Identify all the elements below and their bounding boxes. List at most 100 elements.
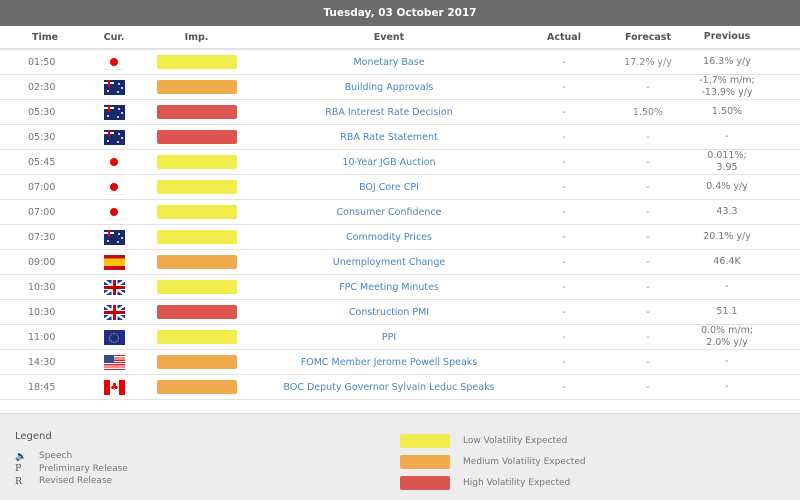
table-row[interactable]: 07:30 Commodity Prices - - 20.1% y/y	[0, 225, 800, 250]
volatility-label: Low Volatility Expected	[463, 435, 568, 446]
event-time: 07:30	[28, 231, 56, 243]
importance-cell	[144, 155, 249, 169]
event-time: 09:00	[28, 256, 56, 268]
date-header: Tuesday, 03 October 2017	[0, 0, 800, 26]
actual-value: -	[562, 181, 566, 193]
previous-value: 0.011%; 3.95	[707, 150, 747, 173]
event-cell: FOMC Member Jerome Powell Speaks	[249, 357, 529, 368]
event-link[interactable]: RBA Rate Statement	[340, 132, 437, 143]
forecast-value: 17.2% y/y	[624, 56, 672, 68]
legend-label: Preliminary Release	[39, 463, 128, 474]
forecast-value: -	[646, 231, 650, 243]
table-row[interactable]: 05:30 RBA Interest Rate Decision - 1.50%…	[0, 100, 800, 125]
col-currency: Cur.	[103, 31, 125, 43]
table-row[interactable]: 05:30 RBA Rate Statement - - -	[0, 125, 800, 150]
importance-bar-low	[156, 205, 237, 219]
event-cell: Commodity Prices	[249, 232, 529, 243]
table-row[interactable]: 07:00 Consumer Confidence - - 43.3	[0, 200, 800, 225]
event-cell: 10-Year JGB Auction	[249, 157, 529, 168]
event-time: 14:30	[28, 356, 56, 368]
previous-value: 0.0% m/m; 2.0% y/y	[700, 325, 754, 348]
actual-value: -	[562, 131, 566, 143]
importance-bar-low	[156, 230, 237, 244]
previous-value: -1.7% m/m; -13.9% y/y	[699, 75, 755, 98]
volatility-label: High Volatility Expected	[463, 477, 571, 488]
previous-value: -	[725, 131, 729, 142]
eu-flag-icon	[103, 329, 125, 345]
event-time: 18:45	[28, 381, 56, 393]
event-link[interactable]: 10-Year JGB Auction	[342, 157, 435, 168]
table-row[interactable]: 14:30 FOMC Member Jerome Powell Speaks -…	[0, 350, 800, 375]
volatility-legend-item: Medium Volatility Expected	[400, 451, 586, 472]
previous-value: -	[725, 356, 729, 367]
table-row[interactable]: 05:45 10-Year JGB Auction - - 0.011%; 3.9…	[0, 150, 800, 175]
revised-icon: R	[15, 475, 23, 487]
currency-cell	[84, 129, 144, 145]
legend-label: Speech	[39, 451, 73, 462]
es-flag-icon	[103, 254, 125, 270]
previous-value: 46.4K	[713, 256, 741, 267]
event-link[interactable]: BOC Deputy Governor Sylvain Leduc Speaks	[283, 382, 494, 393]
table-row[interactable]: 10:30 FPC Meeting Minutes - - -	[0, 275, 800, 300]
event-link[interactable]: FOMC Member Jerome Powell Speaks	[301, 357, 477, 368]
event-link[interactable]: Consumer Confidence	[337, 207, 442, 218]
event-link[interactable]: FPC Meeting Minutes	[339, 282, 439, 293]
importance-cell	[144, 80, 249, 94]
table-row[interactable]: 02:30 Building Approvals - - -1.7% m/m; -…	[0, 75, 800, 100]
legend-item: 🔉 Speech	[15, 450, 128, 463]
event-cell: Construction PMI	[249, 307, 529, 318]
event-time: 07:00	[28, 206, 56, 218]
col-importance: Imp.	[184, 31, 209, 43]
actual-value: -	[562, 206, 566, 218]
previous-value: 43.3	[716, 206, 738, 217]
table-row[interactable]: 01:50 Monetary Base - 17.2% y/y 16.3% y/…	[0, 50, 800, 75]
importance-cell	[144, 130, 249, 144]
importance-cell	[144, 205, 249, 219]
jp-flag-icon	[103, 179, 125, 195]
volatility-swatch-medium	[400, 454, 450, 469]
event-link[interactable]: Unemployment Change	[333, 257, 445, 268]
col-forecast: Forecast	[625, 31, 671, 43]
event-link[interactable]: BOJ Core CPI	[359, 182, 419, 193]
event-cell: BOJ Core CPI	[249, 182, 529, 193]
event-time: 01:50	[28, 56, 56, 68]
importance-cell	[144, 330, 249, 344]
actual-value: -	[562, 256, 566, 268]
event-cell: Consumer Confidence	[249, 207, 529, 218]
importance-bar-low	[156, 55, 237, 69]
table-row[interactable]: 09:00 Unemployment Change - - 46.4K	[0, 250, 800, 275]
actual-value: -	[562, 81, 566, 93]
table-row[interactable]: 07:00 BOJ Core CPI - - 0.4% y/y	[0, 175, 800, 200]
event-cell: FPC Meeting Minutes	[249, 282, 529, 293]
event-cell: RBA Rate Statement	[249, 132, 529, 143]
importance-cell	[144, 255, 249, 269]
legend-volatility: Low Volatility Expected Medium Volatility…	[400, 430, 586, 493]
table-row[interactable]: 18:45 BOC Deputy Governor Sylvain Leduc …	[0, 375, 800, 400]
event-link[interactable]: Construction PMI	[349, 307, 429, 318]
volatility-legend-item: Low Volatility Expected	[400, 430, 586, 451]
event-cell: Monetary Base	[249, 57, 529, 68]
event-link[interactable]: Monetary Base	[353, 57, 424, 68]
au-flag-icon	[103, 79, 125, 95]
actual-value: -	[562, 281, 566, 293]
importance-bar-medium	[156, 255, 237, 269]
table-row[interactable]: 11:00 PPI - - 0.0% m/m; 2.0% y/y	[0, 325, 800, 350]
event-link[interactable]: PPI	[382, 332, 396, 343]
event-time: 05:30	[28, 131, 56, 143]
event-link[interactable]: Building Approvals	[345, 82, 434, 93]
jp-flag-icon	[103, 154, 125, 170]
currency-cell	[84, 304, 144, 320]
forecast-value: 1.50%	[632, 106, 664, 118]
previous-value: 0.4% y/y	[706, 181, 748, 192]
importance-cell	[144, 280, 249, 294]
event-link[interactable]: RBA Interest Rate Decision	[325, 107, 453, 118]
importance-cell	[144, 380, 249, 394]
jp-flag-icon	[103, 54, 125, 70]
importance-bar-low	[156, 280, 237, 294]
actual-value: -	[562, 106, 566, 118]
table-row[interactable]: 10:30 Construction PMI - - 51.1	[0, 300, 800, 325]
ca-flag-icon	[103, 379, 125, 395]
volatility-legend-item: High Volatility Expected	[400, 472, 586, 493]
event-link[interactable]: Commodity Prices	[346, 232, 432, 243]
au-flag-icon	[103, 229, 125, 245]
